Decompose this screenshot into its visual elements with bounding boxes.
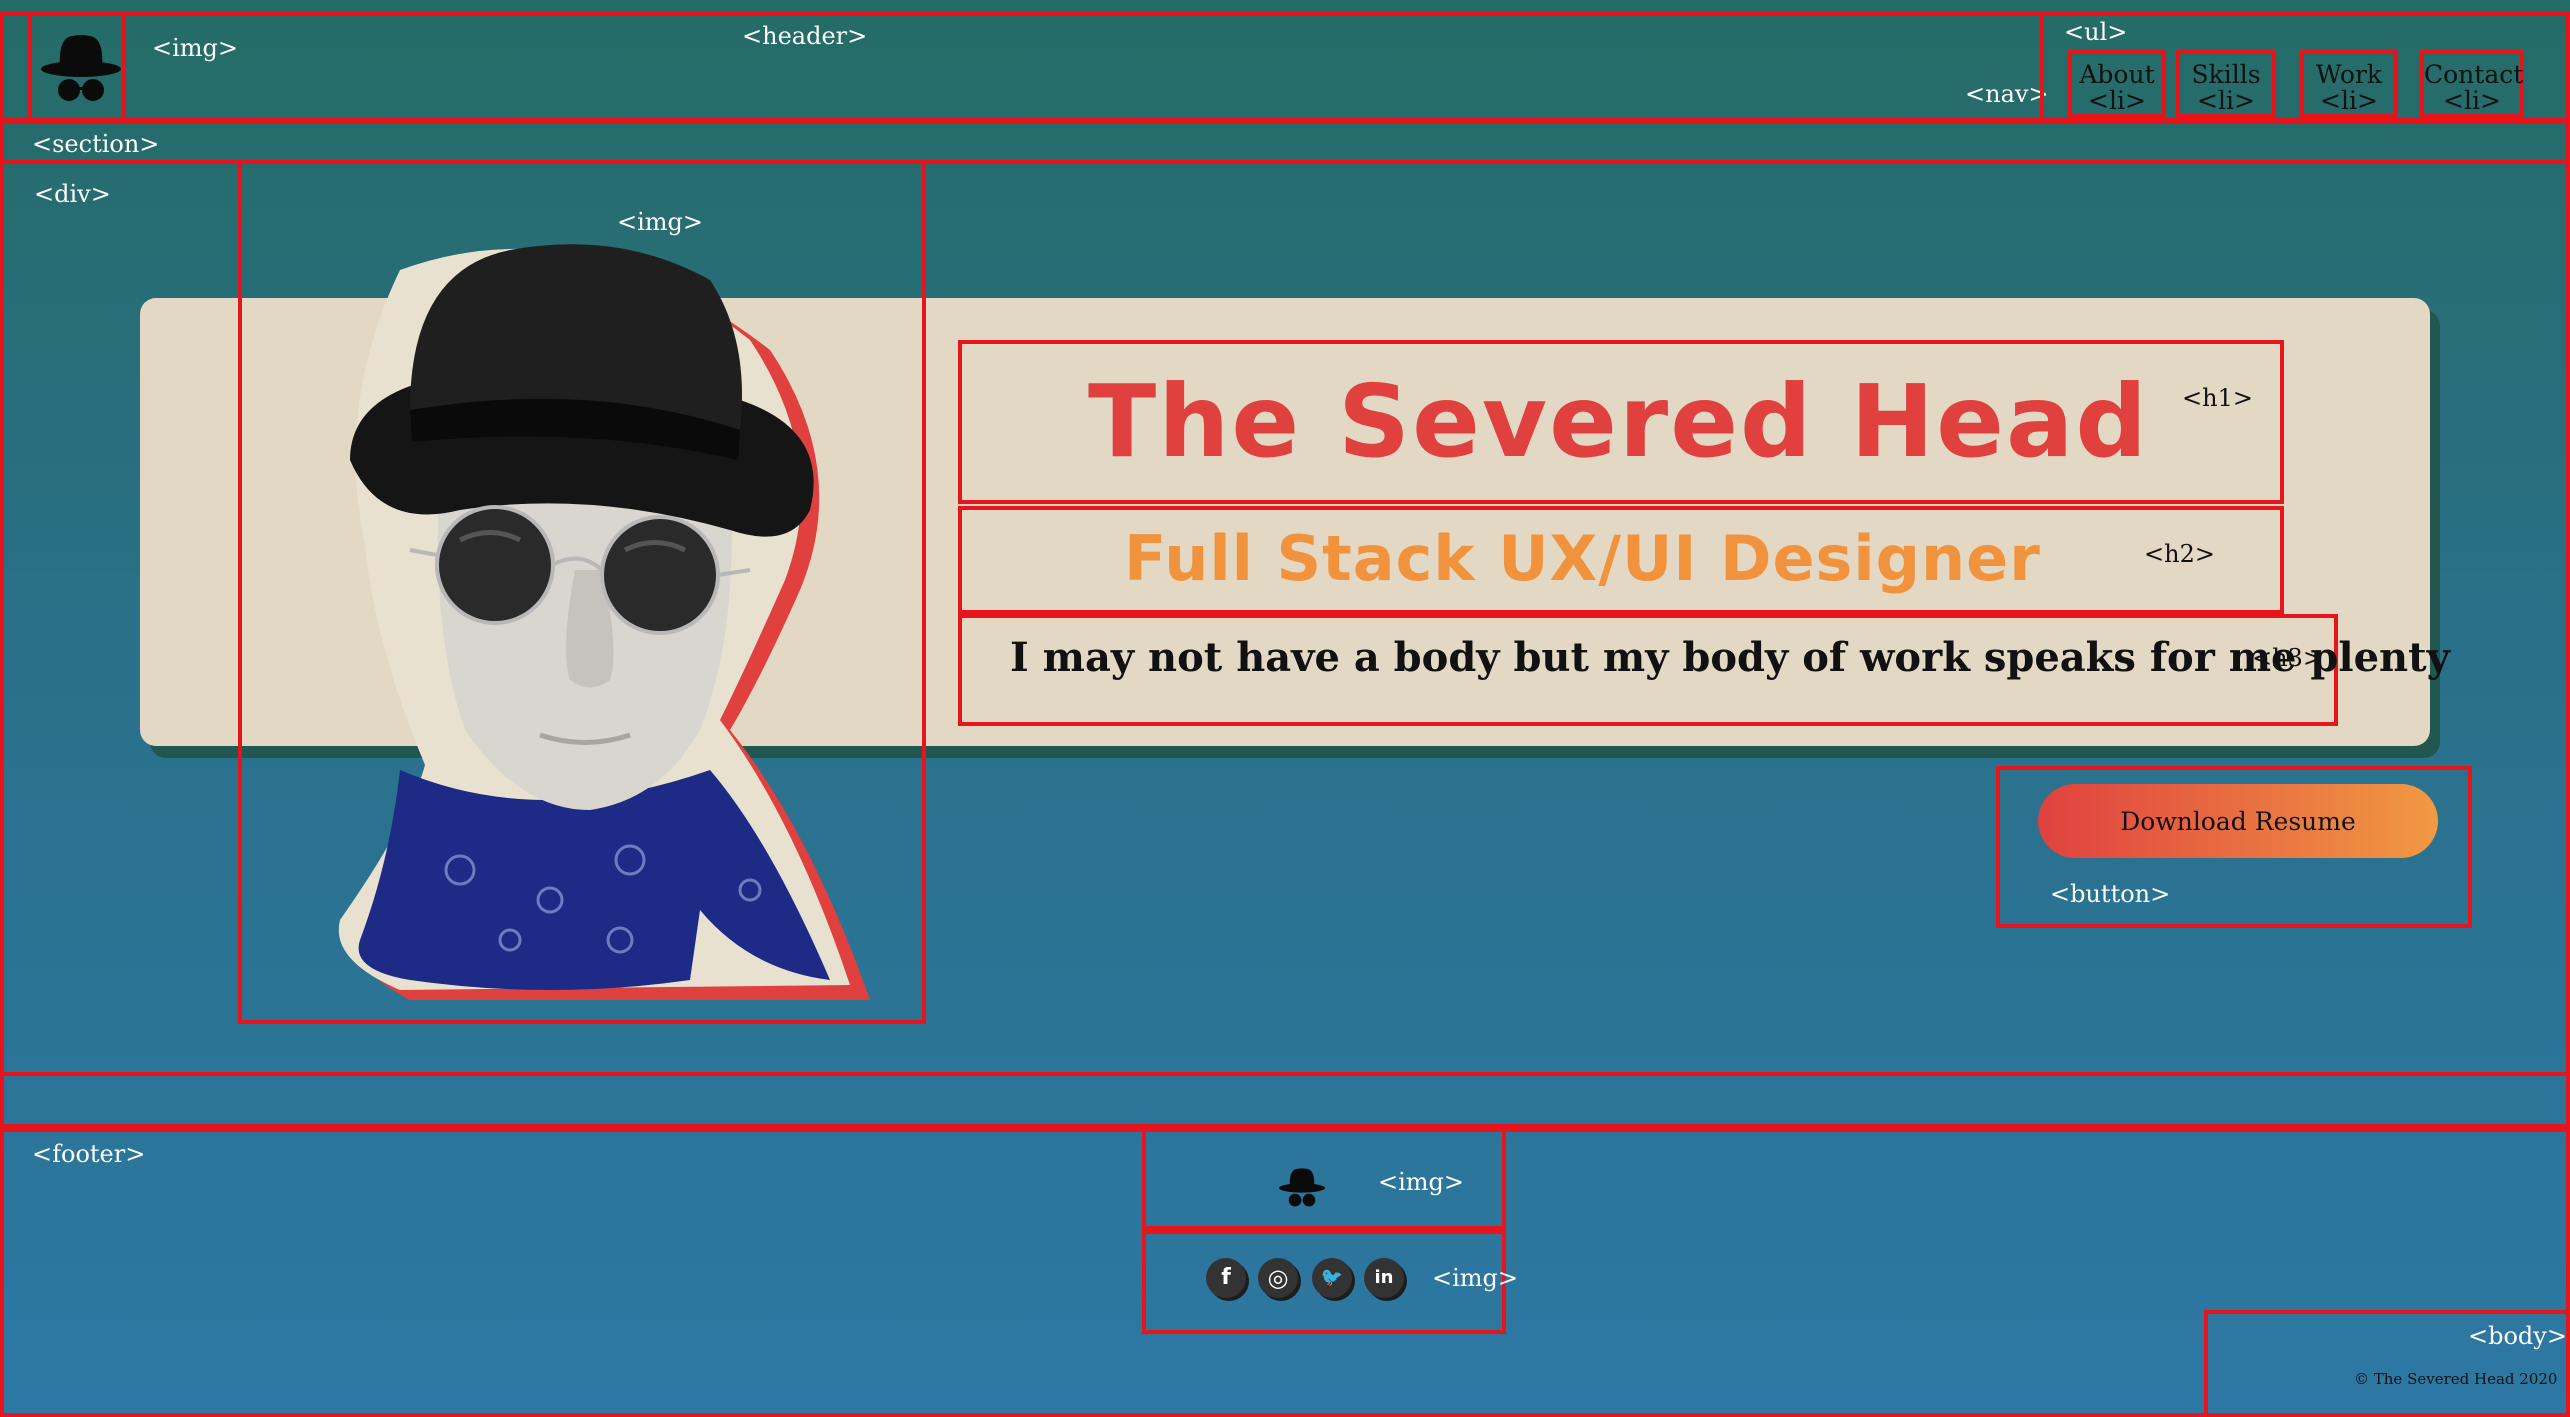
twitter-icon[interactable]: 🐦 (1312, 1258, 1352, 1298)
nav-item-skills[interactable]: Skills <li> (2176, 50, 2276, 118)
footer-tag: <footer> (32, 1140, 146, 1168)
nav-item-about[interactable]: About <li> (2068, 50, 2166, 118)
copyright-text: © The Severed Head 2020 (2354, 1370, 2558, 1388)
li-tag: <li> (2088, 86, 2146, 115)
page-tagline: I may not have a body but my body of wor… (1010, 634, 2450, 681)
logo[interactable] (28, 12, 126, 122)
h3-tag: <h3> (2252, 644, 2323, 672)
spy-hat-logo-icon (41, 35, 121, 101)
nav-item-label: About (2079, 60, 2155, 89)
hero-img-tag: <img> (617, 208, 704, 236)
facebook-icon[interactable]: f (1206, 1258, 1246, 1298)
spy-hat-footer-icon (1278, 1168, 1326, 1207)
logo-img-tag: <img> (152, 34, 239, 62)
page-title: The Severed Head (1088, 363, 2150, 480)
body-tag: <body> (2468, 1322, 2567, 1350)
footer-logo-img-tag: <img> (1378, 1168, 1465, 1196)
div-tag: <div> (34, 180, 111, 208)
hero-image-frame (238, 160, 926, 1024)
section-tag: <section> (32, 130, 160, 158)
page-subtitle: Full Stack UX/UI Designer (1124, 522, 2041, 595)
li-tag: <li> (2443, 86, 2501, 115)
linkedin-icon[interactable]: in (1364, 1258, 1404, 1298)
ul-tag: <ul> (2064, 18, 2128, 46)
li-tag: <li> (2197, 86, 2255, 115)
header-tag: <header> (742, 22, 868, 50)
download-resume-button[interactable]: Download Resume (2038, 784, 2438, 858)
social-img-tag: <img> (1432, 1264, 1519, 1292)
h1-tag: <h1> (2182, 384, 2253, 412)
nav-item-label: Work (2315, 60, 2383, 89)
nav-item-label: Contact (2424, 60, 2524, 89)
button-tag: <button> (2050, 880, 2171, 908)
instagram-icon[interactable]: ◎ (1258, 1258, 1298, 1298)
h2-tag: <h2> (2144, 540, 2215, 568)
nav-item-work[interactable]: Work <li> (2300, 50, 2398, 118)
nav-item-label: Skills (2191, 60, 2261, 89)
nav-tag: <nav> (1965, 80, 2049, 108)
nav-item-contact[interactable]: Contact <li> (2420, 50, 2524, 118)
li-tag: <li> (2320, 86, 2378, 115)
